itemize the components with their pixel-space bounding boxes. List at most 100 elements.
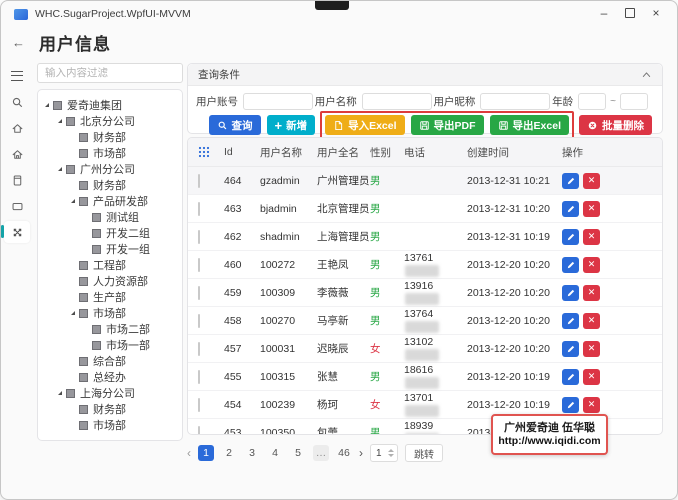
tree-filter-input[interactable] — [38, 67, 180, 79]
edit-button[interactable] — [562, 340, 579, 357]
select-all-grid-button[interactable] — [198, 146, 224, 158]
query-panel-header[interactable]: 查询条件 — [188, 64, 662, 86]
page-number-button[interactable]: 46 — [336, 445, 352, 461]
next-page-button[interactable]: › — [359, 446, 363, 460]
edit-button[interactable] — [562, 200, 579, 217]
table-row[interactable]: 460 100272 王艳凤 男 13761 2013-12-20 10:20 ✕ — [188, 251, 662, 279]
edit-button[interactable] — [562, 172, 579, 189]
tree-node[interactable]: 人力资源部 — [38, 273, 182, 289]
tree-node[interactable]: 市场部 — [38, 305, 182, 321]
row-checkbox[interactable] — [198, 229, 200, 244]
row-checkbox[interactable] — [198, 173, 200, 188]
page-number-button[interactable]: 4 — [267, 445, 283, 461]
rail-dashboard-button[interactable] — [4, 143, 30, 165]
delete-button[interactable]: ✕ — [583, 340, 600, 357]
tree-node[interactable]: 市场部 — [38, 417, 182, 433]
tree-node[interactable]: 开发一组 — [38, 241, 182, 257]
cell-gender: 女 — [370, 399, 381, 411]
edit-button[interactable] — [562, 228, 579, 245]
tree-node[interactable]: 财务部 — [38, 401, 182, 417]
jump-page-stepper[interactable]: 1 — [370, 444, 398, 462]
delete-button[interactable]: ✕ — [583, 256, 600, 273]
delete-button[interactable]: ✕ — [583, 368, 600, 385]
delete-button[interactable]: ✕ — [583, 312, 600, 329]
maximize-button[interactable] — [617, 3, 643, 23]
tree-node[interactable]: 工程部 — [38, 257, 182, 273]
rail-search-button[interactable] — [4, 91, 30, 113]
edit-button[interactable] — [562, 368, 579, 385]
delete-button[interactable]: ✕ — [583, 228, 600, 245]
tree-node[interactable]: 生产部 — [38, 289, 182, 305]
export-pdf-button[interactable]: 导出PDF — [410, 115, 484, 135]
row-checkbox[interactable] — [198, 285, 200, 300]
jump-button[interactable]: 跳转 — [405, 444, 443, 462]
account-field[interactable] — [243, 92, 313, 110]
table-row[interactable]: 457 100031 迟晓辰 女 13102 2013-12-20 10:20 ✕ — [188, 335, 662, 363]
username-field[interactable] — [361, 92, 432, 110]
age-from-field[interactable] — [578, 92, 607, 110]
tree-expander-icon[interactable] — [45, 103, 49, 107]
tree-node[interactable]: 总经办 — [38, 369, 182, 385]
tree-node[interactable]: 产品研发部 — [38, 193, 182, 209]
prev-page-button[interactable]: ‹ — [187, 446, 191, 460]
edit-button[interactable] — [562, 284, 579, 301]
tree-node[interactable]: 测试组 — [38, 209, 182, 225]
tree-node[interactable]: 市场二部 — [38, 321, 182, 337]
page-number-button[interactable]: 5 — [290, 445, 306, 461]
row-checkbox[interactable] — [198, 201, 200, 216]
stepper-arrows[interactable] — [388, 449, 394, 457]
export-excel-button[interactable]: 导出Excel — [489, 115, 569, 135]
tree-expander-icon[interactable] — [71, 199, 75, 203]
table-row[interactable]: 455 100315 张慧 男 18616 2013-12-20 10:19 ✕ — [188, 363, 662, 391]
edit-button[interactable] — [562, 396, 579, 413]
page-number-button[interactable]: 2 — [221, 445, 237, 461]
close-button[interactable]: × — [643, 3, 669, 23]
table-row[interactable]: 464 gzadmin 广州管理员男 2013-12-31 10:21 ✕ — [188, 167, 662, 195]
tree-node[interactable]: 广州分公司 — [38, 161, 182, 177]
table-row[interactable]: 463 bjadmin 北京管理员男 2013-12-31 10:20 ✕ — [188, 195, 662, 223]
row-checkbox[interactable] — [198, 313, 200, 328]
tree-node[interactable]: 上海分公司 — [38, 385, 182, 401]
batch-delete-button[interactable]: 批量删除 — [579, 115, 652, 135]
nickname-field[interactable] — [480, 92, 551, 110]
tree-node[interactable]: 财务部 — [38, 177, 182, 193]
rail-card-button[interactable] — [4, 195, 30, 217]
menu-toggle-button[interactable] — [4, 65, 30, 87]
table-row[interactable]: 458 100270 马亭新 男 13764 2013-12-20 10:20 ✕ — [188, 307, 662, 335]
page-number-button[interactable]: 1 — [198, 445, 214, 461]
page-number-button[interactable]: 3 — [244, 445, 260, 461]
row-checkbox[interactable] — [198, 397, 200, 412]
rail-users-button-selected[interactable] — [1, 221, 30, 243]
import-excel-button[interactable]: 导入Excel — [325, 115, 405, 135]
delete-button[interactable]: ✕ — [583, 200, 600, 217]
table-row[interactable]: 462 shadmin 上海管理员男 2013-12-31 10:19 ✕ — [188, 223, 662, 251]
row-checkbox[interactable] — [198, 425, 200, 434]
tree-node[interactable]: 市场一部 — [38, 337, 182, 353]
tree-expander-icon[interactable] — [71, 311, 75, 315]
rail-notebook-button[interactable] — [4, 169, 30, 191]
tree-expander-icon[interactable] — [58, 167, 62, 171]
add-button[interactable]: + 新增 — [266, 115, 316, 135]
row-checkbox[interactable] — [198, 257, 200, 272]
row-checkbox[interactable] — [198, 369, 200, 384]
table-row[interactable]: 459 100309 李薇薇 男 13916 2013-12-20 10:20 ✕ — [188, 279, 662, 307]
age-to-field[interactable] — [620, 92, 648, 110]
delete-button[interactable]: ✕ — [583, 284, 600, 301]
tree-node[interactable]: 综合部 — [38, 353, 182, 369]
search-button[interactable]: 查询 — [208, 115, 261, 135]
tree-node[interactable]: 财务部 — [38, 129, 182, 145]
tree-expander-icon[interactable] — [58, 119, 62, 123]
tree-node[interactable]: 开发二组 — [38, 225, 182, 241]
edit-button[interactable] — [562, 256, 579, 273]
edit-button[interactable] — [562, 312, 579, 329]
back-button[interactable]: ← — [12, 35, 25, 50]
tree-node[interactable]: 北京分公司 — [38, 113, 182, 129]
tree-expander-icon[interactable] — [58, 391, 62, 395]
delete-button[interactable]: ✕ — [583, 396, 600, 413]
tree-node[interactable]: 市场部 — [38, 145, 182, 161]
minimize-button[interactable]: – — [591, 3, 617, 23]
rail-home-button[interactable] — [4, 117, 30, 139]
row-checkbox[interactable] — [198, 341, 200, 356]
tree-node[interactable]: 爱奇迪集团 — [38, 97, 182, 113]
delete-button[interactable]: ✕ — [583, 172, 600, 189]
